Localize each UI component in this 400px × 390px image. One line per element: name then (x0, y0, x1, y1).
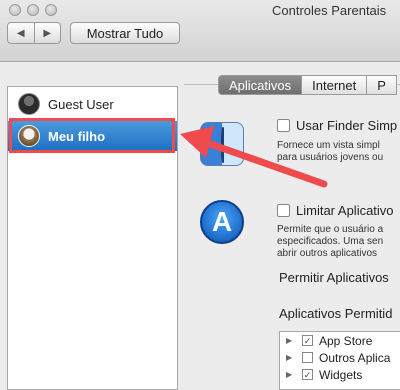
app-store-icon: A (200, 200, 244, 244)
tab-bar: Aplicativos Internet P (218, 75, 397, 95)
app-checkbox: ✓ (302, 335, 313, 346)
tab-internet[interactable]: Internet (302, 75, 368, 95)
minimize-window-button[interactable] (27, 4, 39, 16)
limit-apps-checkbox[interactable] (277, 204, 290, 217)
forward-icon[interactable]: ▶ (33, 23, 61, 43)
tab-aplicativos[interactable]: Aplicativos (218, 75, 303, 95)
app-checkbox: ✓ (302, 369, 313, 380)
user-item-guest[interactable]: Guest User (8, 89, 177, 119)
user-name: Guest User (48, 96, 114, 112)
list-item[interactable]: ▶ ✓ Widgets (280, 366, 400, 383)
allowed-apps-label: Aplicativos Permitid (279, 306, 393, 321)
allowed-apps-list: ▶ ✓ App Store ▶ Outros Aplica ▶ ✓ Widgets (279, 331, 400, 390)
back-icon[interactable]: ◀ (8, 23, 34, 43)
annotation-highlight-box (9, 118, 175, 153)
list-item[interactable]: ▶ Outros Aplica (280, 349, 400, 366)
close-window-button[interactable] (9, 4, 21, 16)
app-checkbox (302, 352, 313, 363)
list-item[interactable]: ▶ ✓ App Store (280, 332, 400, 349)
disclosure-triangle-icon: ▶ (286, 353, 293, 362)
guest-avatar-icon (18, 93, 40, 115)
limit-apps-option[interactable]: Limitar Aplicativo (277, 203, 394, 218)
show-all-button[interactable]: Mostrar Tudo (70, 22, 180, 44)
title-bar: Controles Parentais ◀ ▶ Mostrar Tudo (0, 0, 400, 62)
tab-p[interactable]: P (367, 75, 397, 95)
disclosure-triangle-icon: ▶ (286, 336, 293, 345)
window-title: Controles Parentais (272, 3, 387, 18)
zoom-window-button[interactable] (45, 4, 57, 16)
limit-apps-label: Limitar Aplicativo (296, 203, 394, 218)
limit-apps-description: Permite que o usuário a especificados. U… (277, 224, 384, 259)
allow-apps-label: Permitir Aplicativos (279, 270, 389, 285)
disclosure-triangle-icon: ▶ (286, 370, 293, 379)
annotation-arrow-icon (180, 126, 328, 188)
navigation-buttons: ◀ ▶ (7, 22, 61, 44)
